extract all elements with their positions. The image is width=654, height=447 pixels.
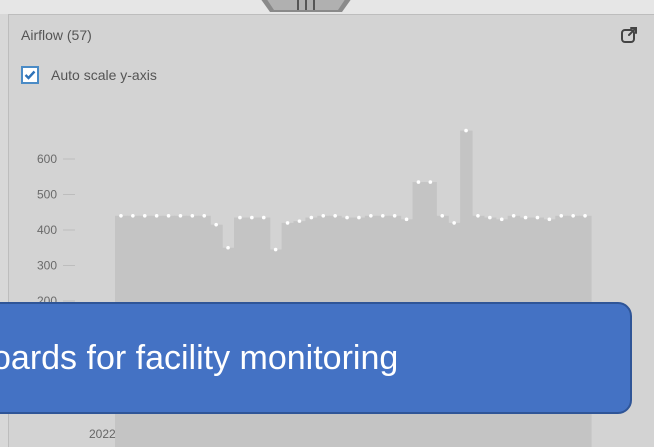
popout-icon[interactable] (619, 25, 639, 45)
auto-scale-label: Auto scale y-axis (51, 67, 157, 83)
data-point (369, 214, 373, 218)
data-point (440, 214, 445, 218)
data-point (547, 217, 552, 222)
data-point (452, 221, 456, 225)
data-point (380, 214, 385, 218)
data-point (392, 214, 397, 218)
data-point (535, 215, 540, 220)
data-point (488, 215, 492, 220)
auto-scale-checkbox[interactable] (21, 66, 39, 84)
x-axis-year-label: 2022 (89, 427, 116, 441)
data-point (416, 180, 421, 184)
data-point (178, 214, 183, 218)
data-point (404, 217, 409, 222)
data-point (511, 214, 516, 218)
data-point (571, 214, 575, 218)
data-point (357, 215, 361, 220)
data-point (333, 214, 337, 218)
data-point (345, 215, 349, 220)
data-point (190, 214, 195, 218)
data-point (261, 215, 266, 220)
banner-text: oards for facility monitoring (0, 338, 399, 377)
panel-title: Airflow (57) (21, 27, 92, 43)
data-point (559, 214, 564, 218)
data-point (499, 217, 504, 222)
y-tick-label: 300 (37, 259, 57, 273)
data-point (238, 215, 242, 220)
data-point (583, 214, 587, 218)
data-point (131, 214, 135, 218)
data-point (428, 180, 433, 184)
data-point (464, 128, 468, 133)
data-point (166, 214, 171, 218)
data-point (119, 214, 123, 218)
auto-scale-row[interactable]: Auto scale y-axis (21, 66, 157, 84)
data-point (142, 214, 147, 218)
y-tick-label: 500 (37, 188, 57, 202)
checkmark-icon (24, 70, 36, 80)
data-point (202, 214, 207, 218)
data-point (321, 214, 326, 218)
data-point (250, 215, 254, 220)
data-point (297, 219, 302, 223)
data-point (285, 221, 290, 225)
data-point (154, 214, 159, 218)
data-point (476, 214, 480, 218)
top-strip (0, 0, 654, 14)
data-point (309, 215, 314, 220)
caption-banner: oards for facility monitoring (0, 302, 632, 414)
data-point (523, 215, 528, 220)
device-image (261, 0, 351, 12)
data-point (226, 245, 230, 250)
y-tick-label: 400 (37, 223, 57, 237)
data-point (214, 222, 218, 227)
data-point (273, 247, 278, 252)
y-tick-label: 600 (37, 152, 57, 166)
